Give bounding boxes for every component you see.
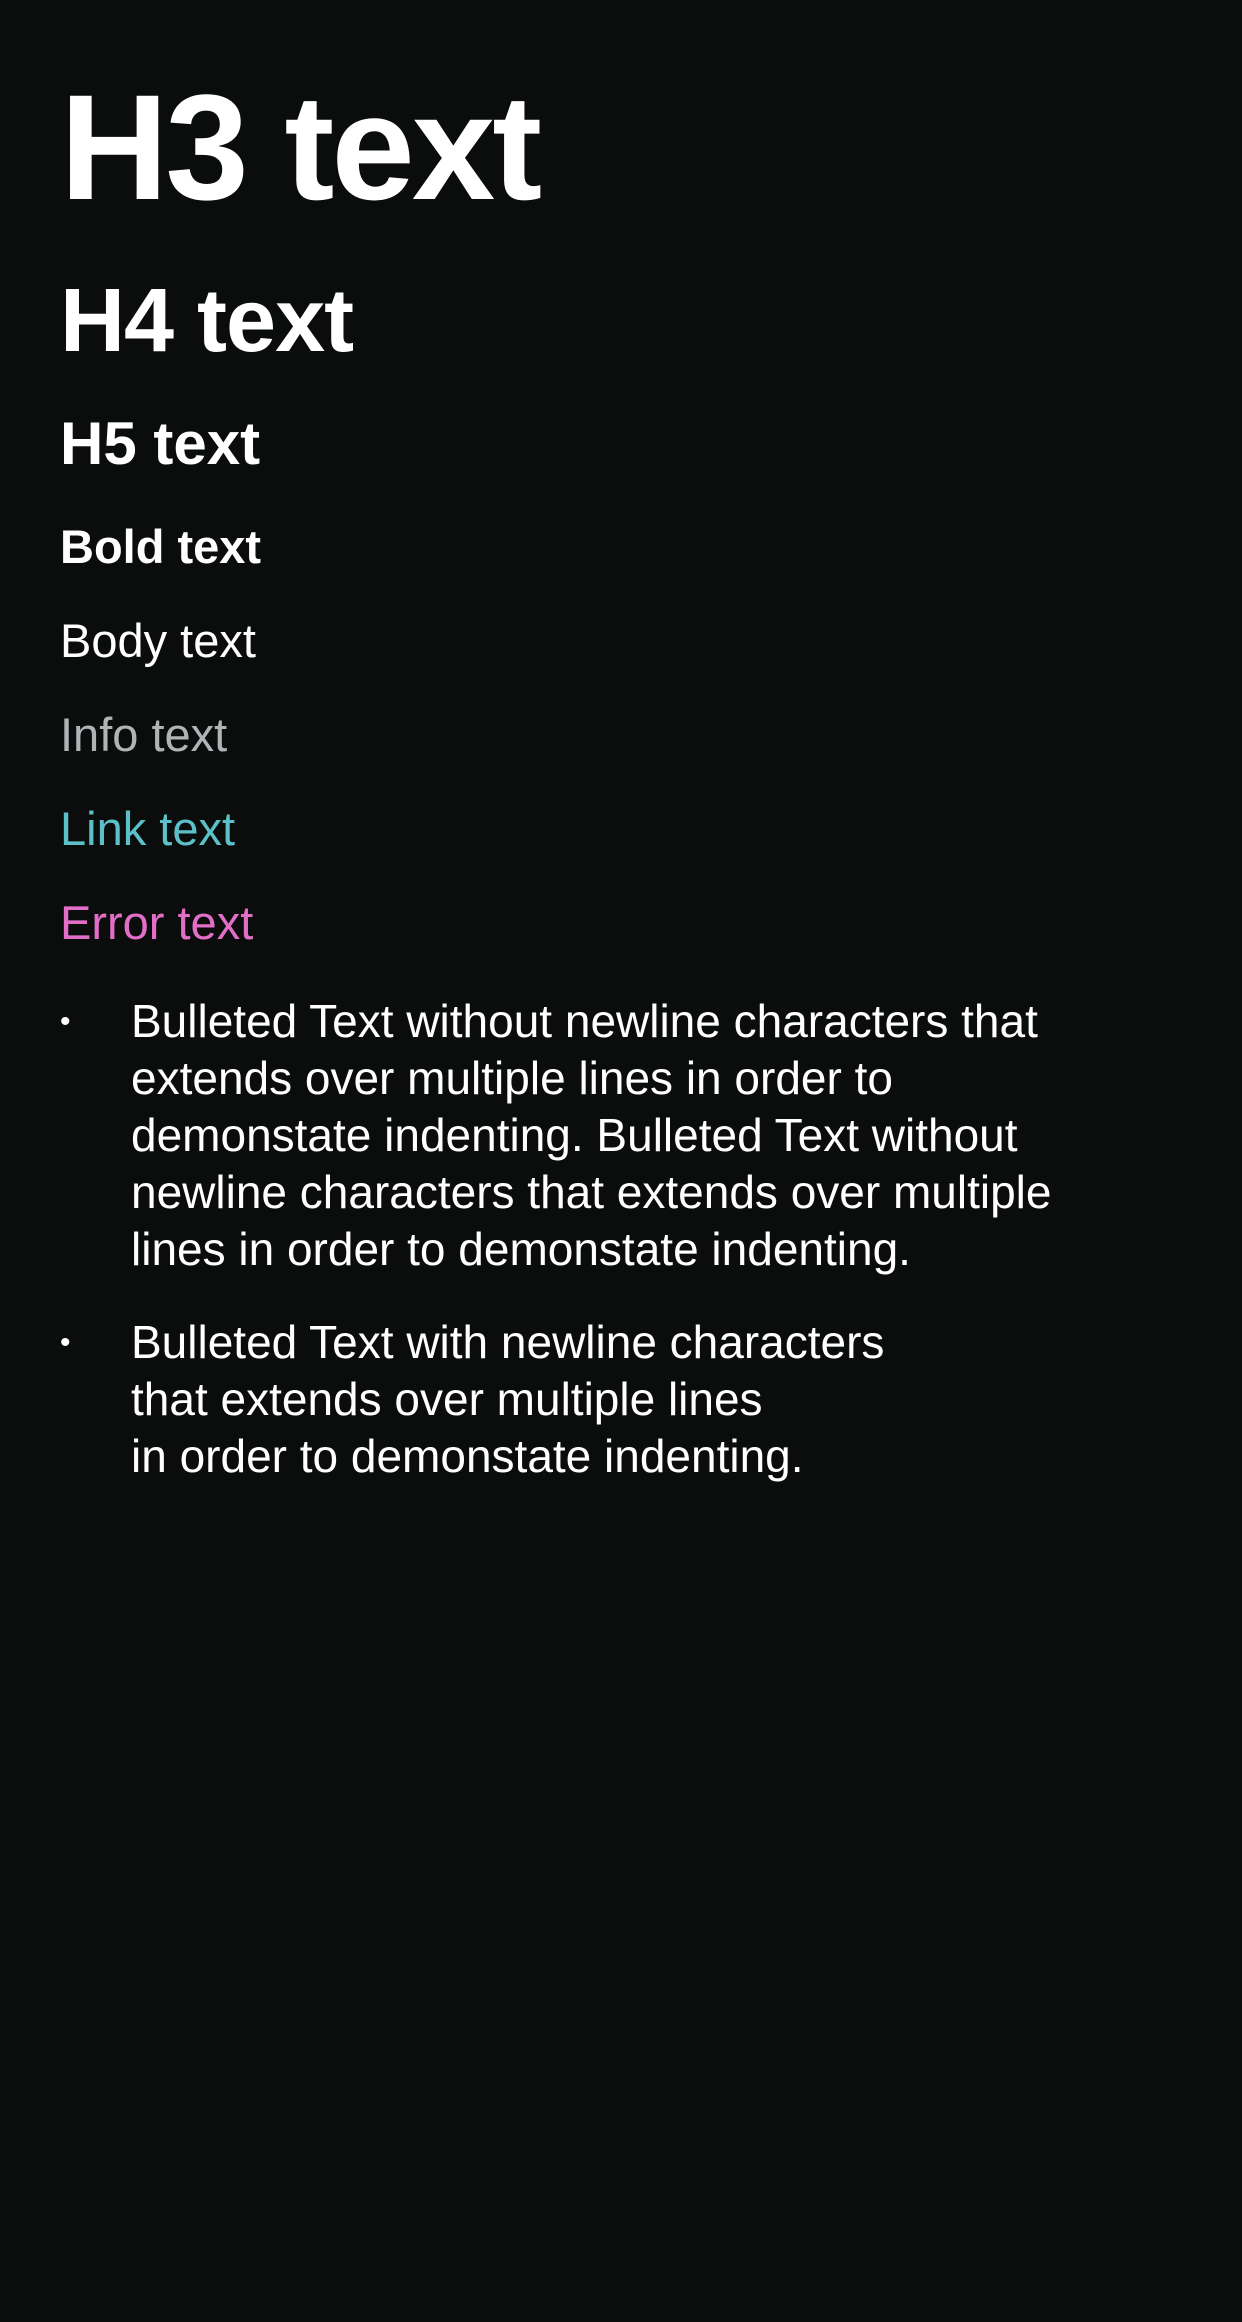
h4-text: H4 text: [60, 271, 354, 371]
bullet-list: • Bulleted Text without newline characte…: [60, 993, 1200, 1521]
info-text: Info text: [60, 708, 228, 761]
bullet-line: Bulleted Text without newline characters…: [131, 995, 1038, 1047]
bullet-item-wrapped: • Bulleted Text without newline characte…: [60, 993, 1200, 1278]
typography-showcase: H3 text H4 text H5 text Bold text Body t…: [0, 0, 1242, 2322]
bullet-line: in order to demonstate indenting.: [131, 1430, 804, 1482]
link-text[interactable]: Link text: [60, 805, 235, 852]
bullet-marker: •: [60, 1005, 71, 1038]
bullet-marker: •: [60, 1326, 71, 1359]
bullet-item-newlines: • Bulleted Text with newline characters …: [60, 1314, 1200, 1485]
bullet-text-newlines: Bulleted Text with newline characters th…: [131, 1314, 1191, 1485]
bullet-line: extends over multiple lines in order to: [131, 1052, 893, 1104]
bullet-text-wrapped: Bulleted Text without newline characters…: [131, 993, 1191, 1278]
bullet-line: demonstate indenting. Bulleted Text with…: [131, 1109, 1018, 1161]
error-text: Error text: [60, 896, 254, 949]
h3-text: H3 text: [60, 63, 542, 231]
bullet-line: newline characters that extends over mul…: [131, 1166, 1052, 1218]
bullet-line: that extends over multiple lines: [131, 1373, 763, 1425]
bold-text: Bold text: [60, 520, 262, 573]
h5-text: H5 text: [60, 410, 261, 477]
body-text: Body text: [60, 614, 256, 667]
bullet-line: Bulleted Text with newline characters: [131, 1316, 885, 1368]
bullet-line: lines in order to demonstate indenting.: [131, 1223, 911, 1275]
